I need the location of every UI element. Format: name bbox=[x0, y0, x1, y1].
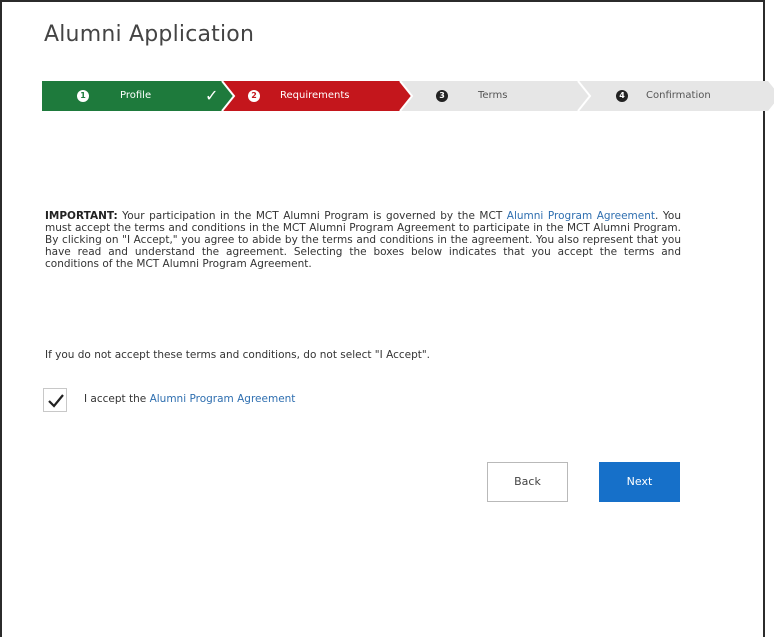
progress-steps: 1 Profile ✓ 2 Requirements 3 Terms 4 Con… bbox=[42, 81, 774, 111]
step-requirements[interactable]: 2 Requirements bbox=[222, 81, 400, 111]
step-requirements-number: 2 bbox=[248, 90, 260, 102]
application-panel: Alumni Application 1 Profile ✓ 2 Require… bbox=[0, 0, 774, 637]
step-profile-number: 1 bbox=[77, 90, 89, 102]
accept-label-text: I accept the bbox=[84, 393, 150, 405]
agreement-text: IMPORTANT: Your participation in the MCT… bbox=[45, 210, 681, 270]
next-button[interactable]: Next bbox=[599, 462, 680, 502]
step-terms-number: 3 bbox=[436, 90, 448, 102]
step-profile[interactable]: 1 Profile ✓ bbox=[42, 81, 222, 111]
checkmark-icon bbox=[48, 394, 64, 408]
checkmark-icon: ✓ bbox=[205, 86, 219, 105]
step-confirmation-number: 4 bbox=[616, 90, 628, 102]
decline-note: If you do not accept these terms and con… bbox=[45, 349, 431, 361]
accept-agreement-link[interactable]: Alumni Program Agreement bbox=[150, 393, 296, 405]
step-profile-label: Profile bbox=[120, 90, 152, 101]
agreement-link[interactable]: Alumni Program Agreement bbox=[507, 210, 655, 222]
step-terms-label: Terms bbox=[478, 90, 508, 101]
step-requirements-label: Requirements bbox=[280, 90, 350, 101]
accept-checkbox[interactable] bbox=[43, 388, 67, 412]
step-confirmation[interactable]: 4 Confirmation bbox=[578, 81, 768, 111]
accept-label[interactable]: I accept the Alumni Program Agreement bbox=[84, 393, 295, 405]
page-title: Alumni Application bbox=[44, 22, 255, 47]
agreement-text-part-1: Your participation in the MCT Alumni Pro… bbox=[117, 210, 507, 222]
back-button[interactable]: Back bbox=[487, 462, 568, 502]
step-terms[interactable]: 3 Terms bbox=[400, 81, 578, 111]
step-confirmation-label: Confirmation bbox=[646, 90, 711, 101]
important-label: IMPORTANT: bbox=[45, 210, 118, 222]
